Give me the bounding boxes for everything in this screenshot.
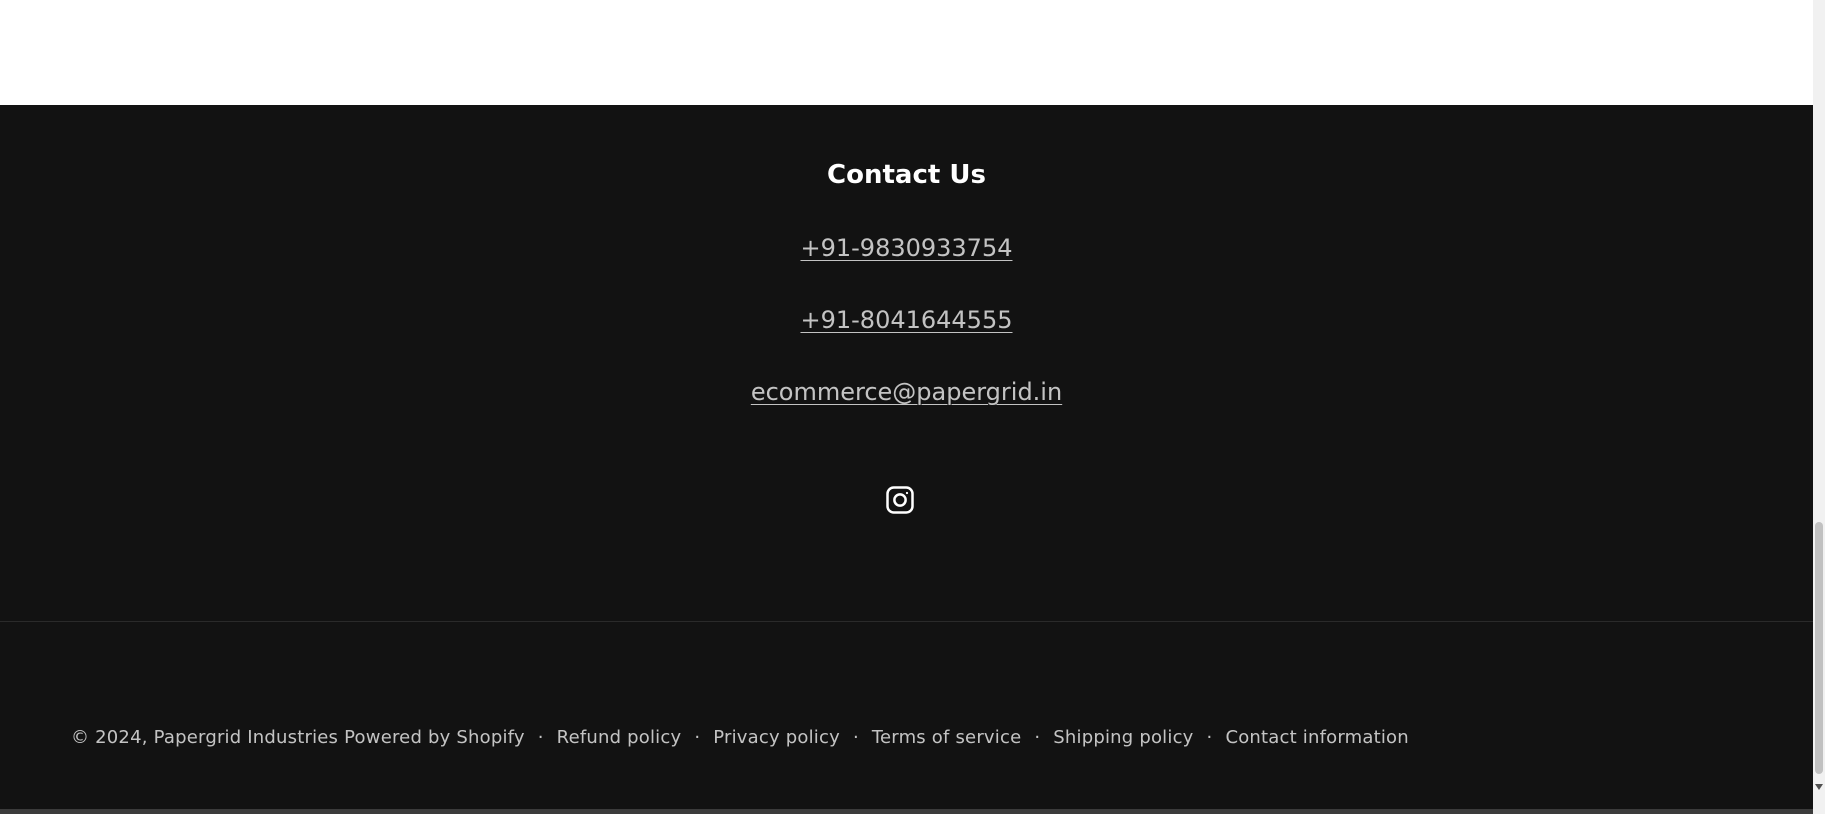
page: Contact Us +91-9830933754 +91-8041644555…: [0, 0, 1825, 814]
powered-by-shopify-link[interactable]: Powered by Shopify: [344, 727, 525, 748]
phone-1-link[interactable]: +91-9830933754: [800, 234, 1012, 262]
email-row: ecommerce@papergrid.in: [0, 378, 1813, 407]
vertical-scrollbar[interactable]: [1813, 0, 1825, 814]
separator: ·: [694, 727, 701, 748]
scroll-down-arrow-icon[interactable]: [1815, 784, 1823, 790]
copyright-text: © 2024,: [71, 727, 148, 748]
separator: ·: [1034, 727, 1041, 748]
terms-of-service-link[interactable]: Terms of service: [872, 727, 1021, 748]
page-content-area: [0, 0, 1813, 105]
contact-title: Contact Us: [827, 160, 986, 190]
email-link[interactable]: ecommerce@papergrid.in: [751, 378, 1062, 406]
contact-information-link[interactable]: Contact information: [1225, 727, 1408, 748]
shipping-policy-link[interactable]: Shipping policy: [1053, 727, 1193, 748]
privacy-policy-link[interactable]: Privacy policy: [713, 727, 840, 748]
instagram-icon: [886, 486, 914, 514]
separator: ·: [537, 727, 544, 748]
refund-policy-link[interactable]: Refund policy: [557, 727, 682, 748]
instagram-link[interactable]: [885, 485, 915, 515]
company-link[interactable]: Papergrid Industries: [154, 727, 338, 748]
phone-1-row: +91-9830933754: [0, 234, 1813, 263]
scrollbar-thumb[interactable]: [1815, 522, 1823, 774]
footer-bottom-bar: © 2024, Papergrid Industries Powered by …: [71, 727, 1409, 748]
site-footer: Contact Us +91-9830933754 +91-8041644555…: [0, 105, 1813, 809]
window-bottom-edge: [0, 809, 1813, 814]
separator: ·: [852, 727, 859, 748]
phone-2-row: +91-8041644555: [0, 306, 1813, 335]
separator: ·: [1206, 727, 1213, 748]
footer-divider: [0, 621, 1813, 622]
phone-2-link[interactable]: +91-8041644555: [800, 306, 1012, 334]
